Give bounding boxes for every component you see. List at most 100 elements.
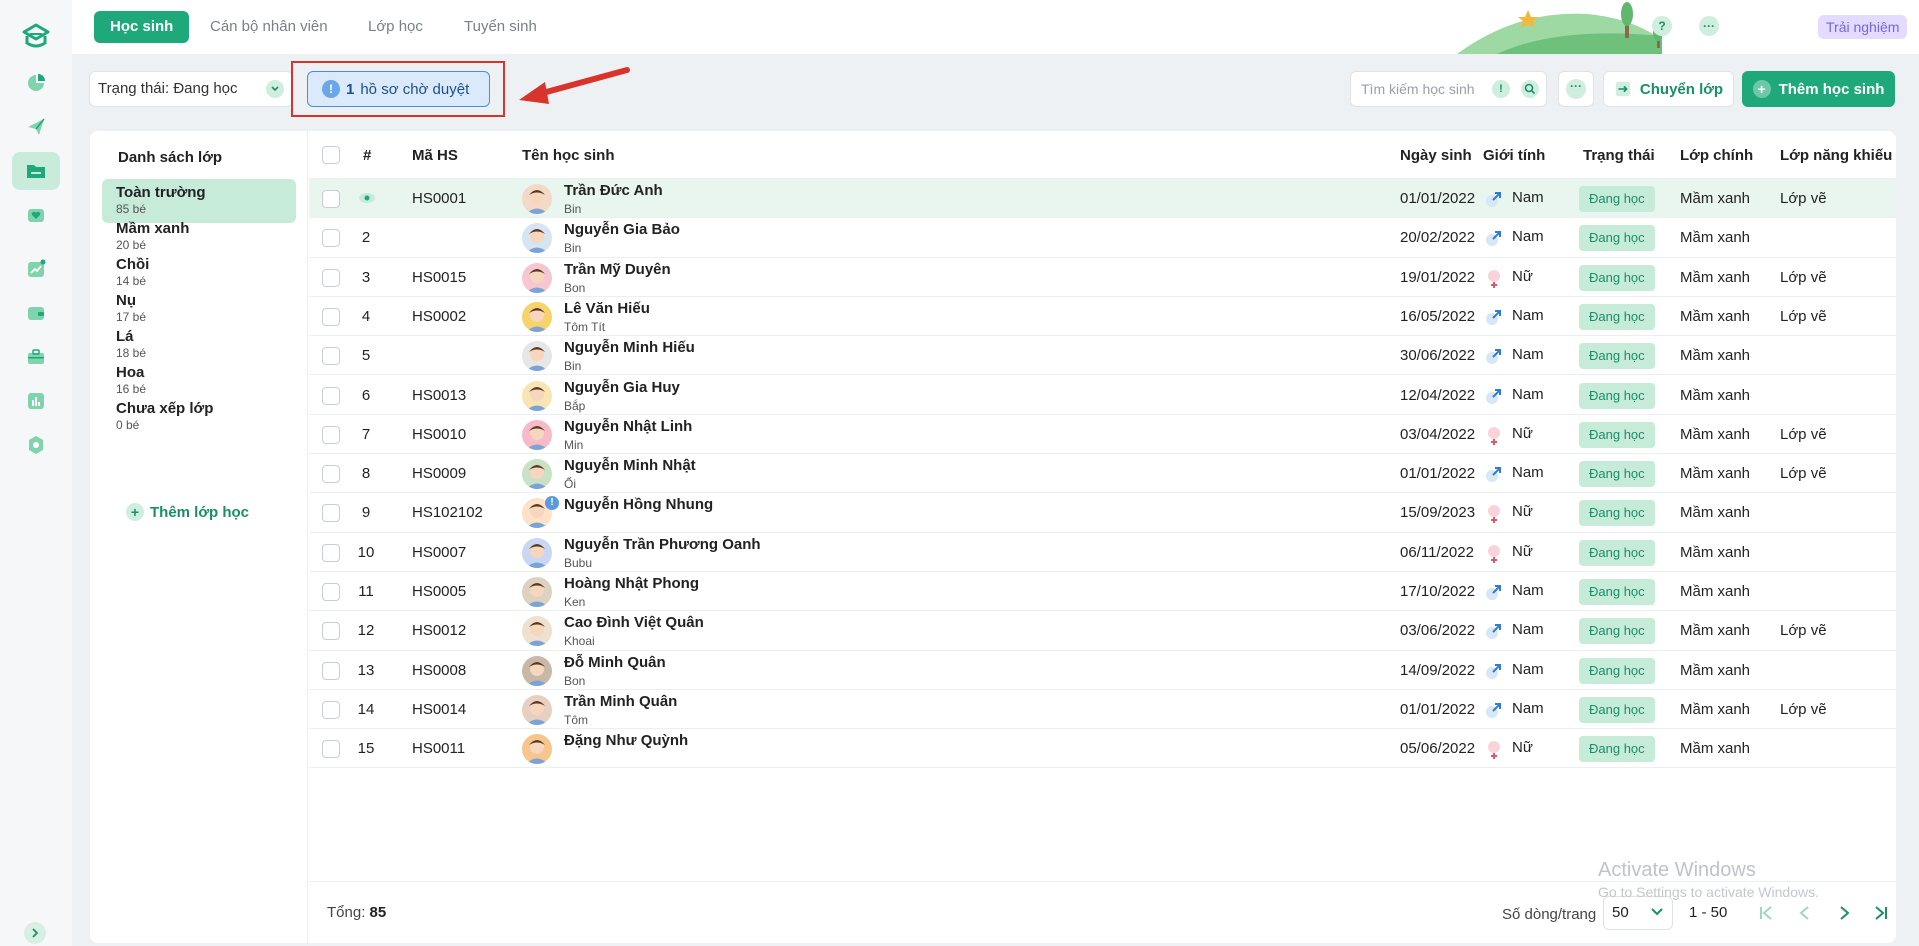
tab-students[interactable]: Học sinh (94, 11, 190, 43)
table-row[interactable]: 12 HS0012 Cao Đình Việt Quân Khoai 03/06/202… (309, 611, 1896, 651)
student-dob: 14/09/2022 (1400, 661, 1476, 679)
tab-classes[interactable]: Lớp học (368, 11, 423, 43)
more-options-button[interactable]: ··· (1558, 71, 1594, 107)
student-nickname: Ổi (564, 477, 576, 492)
student-avatar[interactable] (522, 184, 552, 214)
table-row[interactable]: 15 HS0011 Đặng Như Quỳnh 05/06/2022 Nữ Đang h… (309, 729, 1896, 769)
row-checkbox[interactable] (322, 622, 340, 641)
students-folder-icon[interactable] (12, 152, 60, 190)
expand-rail-icon[interactable] (24, 922, 46, 944)
table-row[interactable]: 11 HS0005 Hoàng Nhật Phong Ken 17/10/2022 Nam… (309, 572, 1896, 612)
table-row[interactable]: 9 HS102102! Nguyễn Hồng Nhung 15/09/2023 Nữ Đ… (309, 493, 1896, 533)
briefcase-icon[interactable] (12, 338, 60, 376)
student-avatar[interactable] (522, 694, 552, 725)
select-all-checkbox[interactable] (322, 146, 340, 164)
table-row[interactable]: 3 HS0015 Trần Mỹ Duyên Bon 19/01/2022 Nữ Đang … (309, 258, 1896, 297)
student-avatar[interactable] (522, 616, 552, 647)
student-name[interactable]: Nguyễn Gia Huy (564, 379, 680, 396)
send-plane-icon[interactable] (12, 108, 60, 146)
student-name[interactable]: Lê Văn Hiếu (564, 300, 650, 317)
help-icon[interactable]: ? (1652, 16, 1672, 36)
student-name[interactable]: Nguyễn Hồng Nhung (564, 496, 713, 513)
settings-gear-icon[interactable] (12, 426, 60, 464)
wallet-icon[interactable] (12, 294, 60, 332)
student-name[interactable]: Đỗ Minh Quân (564, 654, 666, 671)
add-student-button[interactable]: + Thêm học sinh (1742, 71, 1895, 107)
row-checkbox[interactable] (322, 465, 340, 484)
prev-page-icon[interactable] (1794, 902, 1816, 924)
student-name[interactable]: Hoàng Nhật Phong (564, 575, 699, 592)
row-checkbox[interactable] (322, 543, 340, 562)
view-eye-icon[interactable] (358, 190, 376, 206)
last-page-icon[interactable] (1870, 902, 1892, 924)
student-avatar[interactable] (522, 655, 552, 686)
table-row[interactable]: 7 HS0010 Nguyễn Nhật Linh Min 03/04/2022 Nữ Đa… (309, 415, 1896, 455)
student-name[interactable]: Nguyễn Minh Hiếu (564, 339, 695, 356)
row-checkbox[interactable] (322, 307, 340, 326)
table-row[interactable]: 13 HS0008 Đỗ Minh Quân Bon 14/09/2022 Nam Đang… (309, 651, 1896, 690)
student-name[interactable]: Đặng Như Quỳnh (564, 732, 688, 749)
row-checkbox[interactable] (322, 190, 340, 208)
row-checkbox[interactable] (322, 740, 340, 759)
status-filter-select[interactable]: Trạng thái: Đang học (89, 71, 293, 107)
table-row[interactable]: 4 HS0002 Lê Văn Hiếu Tôm Tít 16/05/2022 Nam Đa… (309, 297, 1896, 337)
row-checkbox[interactable] (322, 229, 340, 248)
health-heart-icon[interactable] (12, 196, 60, 234)
student-avatar[interactable] (522, 577, 552, 607)
female-icon (1488, 741, 1500, 760)
add-class-button[interactable]: + Thêm lớp học (126, 503, 249, 521)
table-row[interactable]: 5 Nguyễn Minh Hiếu Bin 30/06/2022 Nam Đang họ… (309, 336, 1896, 376)
row-checkbox[interactable] (322, 268, 340, 287)
tab-staff[interactable]: Cán bộ nhân viên (210, 11, 328, 43)
student-name[interactable]: Trần Đức Anh (564, 182, 663, 199)
pending-profiles-button[interactable]: ! 1 hồ sơ chờ duyệt (307, 71, 490, 107)
class-item[interactable]: Chưa xếp lớp 0 bé (102, 395, 296, 439)
info-icon[interactable]: ! (1492, 80, 1510, 98)
student-avatar[interactable] (522, 419, 552, 450)
student-avatar[interactable] (522, 341, 552, 372)
row-checkbox[interactable] (322, 386, 340, 405)
student-avatar[interactable] (522, 459, 552, 490)
row-checkbox[interactable] (322, 504, 340, 523)
trial-badge[interactable]: Trải nghiệm (1818, 15, 1908, 39)
row-checkbox[interactable] (322, 425, 340, 444)
move-class-button[interactable]: Chuyển lớp (1603, 71, 1734, 107)
student-name[interactable]: Cao Đình Việt Quân (564, 614, 704, 631)
student-avatar[interactable] (522, 734, 552, 765)
table-row[interactable]: 8 HS0009 Nguyễn Minh Nhật Ổi 01/01/2022 Nam Đa… (309, 454, 1896, 494)
row-checkbox[interactable] (322, 583, 340, 601)
student-name[interactable]: Trần Mỹ Duyên (564, 261, 671, 278)
dashboard-pie-icon[interactable] (12, 64, 60, 102)
student-name[interactable]: Nguyễn Nhật Linh (564, 418, 692, 435)
student-avatar[interactable] (522, 301, 552, 332)
talent-class: Lớp vẽ (1780, 268, 1827, 286)
table-row[interactable]: 10 HS0007 Nguyễn Trần Phương Oanh Bubu 06/11… (309, 533, 1896, 572)
student-name[interactable]: Nguyễn Minh Nhật (564, 457, 696, 474)
search-icon[interactable] (1521, 80, 1539, 98)
table-row[interactable]: HS0001 Trần Đức Anh Bin 01/01/2022 Nam Đang h… (309, 179, 1896, 219)
student-avatar[interactable] (522, 380, 552, 411)
tab-enrollment[interactable]: Tuyển sinh (464, 11, 537, 43)
row-checkbox[interactable] (322, 661, 340, 680)
row-checkbox[interactable] (322, 700, 340, 719)
app-logo-icon[interactable] (18, 18, 54, 54)
student-avatar[interactable] (522, 537, 552, 568)
table-row[interactable]: 14 HS0014 Trần Minh Quân Tôm 01/01/2022 Nam Đa… (309, 690, 1896, 730)
student-name[interactable]: Nguyễn Gia Bảo (564, 221, 680, 238)
table-row[interactable]: 6 HS0013 Nguyễn Gia Huy Bắp 12/04/2022 Nam Đan… (309, 376, 1896, 415)
first-page-icon[interactable] (1755, 902, 1777, 924)
student-avatar[interactable] (522, 223, 552, 254)
row-checkbox[interactable] (322, 347, 340, 366)
more-menu-icon[interactable]: ··· (1699, 16, 1719, 36)
report-bar-icon[interactable] (12, 382, 60, 420)
next-page-icon[interactable] (1833, 902, 1855, 924)
table-row[interactable]: 2 Nguyễn Gia Bảo Bin 20/02/2022 Nam Đang học M… (309, 218, 1896, 258)
student-search-input[interactable]: Tìm kiếm học sinh ! (1350, 71, 1547, 107)
growth-chart-icon[interactable] (12, 250, 60, 288)
student-avatar[interactable] (522, 262, 552, 293)
student-name[interactable]: Nguyễn Trần Phương Oanh (564, 536, 761, 553)
student-code: HS0010 (412, 425, 467, 443)
student-nickname: Bắp (564, 398, 586, 413)
student-name[interactable]: Trần Minh Quân (564, 693, 677, 710)
per-page-select[interactable]: 50 (1603, 896, 1673, 930)
